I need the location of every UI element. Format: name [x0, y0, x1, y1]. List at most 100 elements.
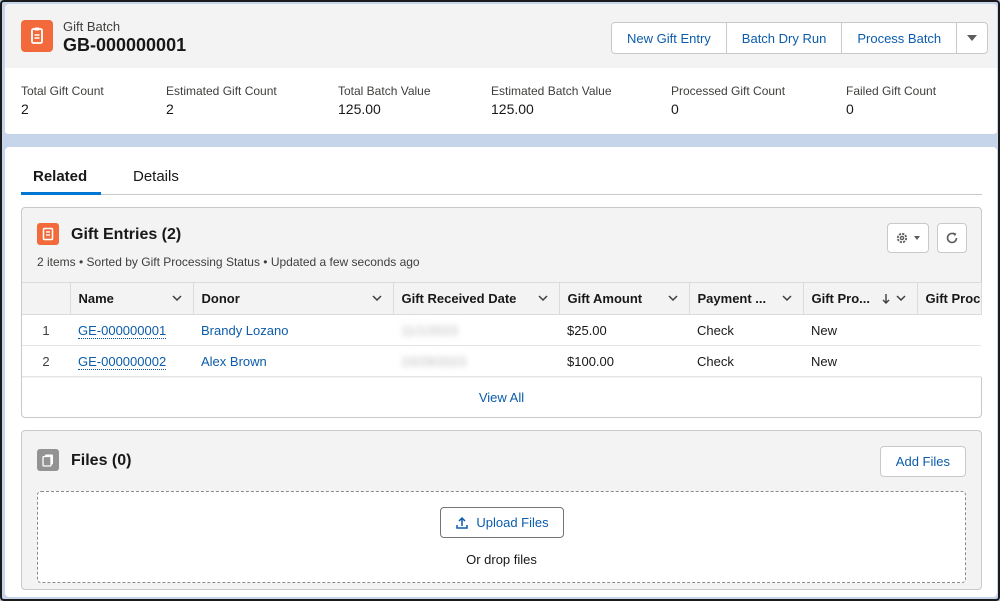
app-frame: Gift Batch GB-000000001 New Gift Entry B…	[0, 0, 1000, 601]
cell-amount: $100.00	[559, 345, 689, 377]
chevron-down-icon[interactable]	[667, 292, 679, 304]
cell-empty	[917, 345, 981, 377]
cell-name: GE-000000001	[70, 314, 193, 346]
gift-received-date: 10/29/2023	[401, 353, 467, 369]
cell-empty	[917, 314, 981, 346]
chevron-down-icon[interactable]	[371, 292, 383, 304]
gift-entries-subtitle: 2 items • Sorted by Gift Processing Stat…	[37, 255, 420, 269]
table-row: 2 GE-000000002 Alex Brown 10/29/2023 $10…	[22, 345, 981, 377]
cell-date: 11/1/2023	[393, 314, 559, 346]
column-header-label: Gift Pro...	[811, 291, 871, 306]
column-header-label: Donor	[201, 291, 240, 306]
files-card: Files (0) Add Files Upload Files Or drop…	[21, 430, 982, 590]
row-number: 1	[22, 314, 70, 346]
gift-entry-link[interactable]: GE-000000001	[78, 322, 167, 339]
cell-payment: Check	[689, 314, 803, 346]
row-number: 2	[22, 345, 70, 377]
header-actions: New Gift Entry Batch Dry Run Process Bat…	[611, 22, 989, 54]
field-value: 2	[21, 101, 29, 117]
column-header-gift-processing-status[interactable]: Gift Pro...	[803, 282, 918, 315]
field-total-batch-value: Total Batch Value 125.00	[338, 84, 431, 117]
gift-entry-icon	[37, 223, 59, 245]
column-header-gift-amount[interactable]: Gift Amount	[559, 282, 690, 315]
column-header-label: Name	[78, 291, 114, 306]
cell-status: New	[803, 314, 917, 346]
upload-icon	[456, 516, 469, 529]
table-header-row: Name Donor Gift Received Date Gift Amoun…	[22, 282, 982, 315]
gift-entry-link[interactable]: GE-000000002	[78, 353, 167, 370]
field-label: Total Batch Value	[338, 84, 431, 98]
gift-entries-title: Gift Entries (2)	[71, 226, 182, 243]
tab-details[interactable]: Details	[133, 168, 179, 185]
field-label: Failed Gift Count	[846, 84, 937, 98]
field-value: 125.00	[338, 101, 381, 117]
files-icon	[37, 449, 59, 471]
list-settings-button[interactable]	[887, 223, 929, 253]
gift-entries-table: Name Donor Gift Received Date Gift Amoun…	[22, 282, 982, 377]
cell-payment: Check	[689, 345, 803, 377]
column-header-gift-processing[interactable]: Gift Proce	[917, 282, 982, 315]
row-number-header	[22, 282, 71, 315]
cell-date: 10/29/2023	[393, 345, 559, 377]
field-estimated-batch-value: Estimated Batch Value 125.00	[491, 84, 612, 117]
tab-related[interactable]: Related	[33, 168, 87, 185]
active-tab-indicator	[21, 192, 101, 195]
field-label: Processed Gift Count	[671, 84, 786, 98]
donor-link[interactable]: Alex Brown	[201, 354, 267, 369]
upload-files-button[interactable]: Upload Files	[440, 507, 564, 538]
cell-status: New	[803, 345, 917, 377]
field-value: 0	[671, 101, 679, 117]
tab-bar: Related Details	[21, 147, 982, 195]
donor-link[interactable]: Brandy Lozano	[201, 323, 288, 338]
column-header-label: Gift Proce	[925, 291, 981, 306]
gear-icon	[896, 232, 908, 244]
field-value: 0	[846, 101, 854, 117]
batch-dry-run-button[interactable]: Batch Dry Run	[726, 23, 843, 53]
field-label: Estimated Batch Value	[491, 84, 612, 98]
field-label: Total Gift Count	[21, 84, 104, 98]
record-title: GB-000000001	[63, 35, 187, 55]
refresh-button[interactable]	[937, 223, 967, 253]
chevron-down-icon[interactable]	[895, 292, 907, 304]
record-body: Related Details Gift Entries (2) 2 items…	[5, 147, 997, 597]
chevron-down-icon	[914, 236, 920, 240]
chevron-down-icon[interactable]	[781, 292, 793, 304]
field-estimated-gift-count: Estimated Gift Count 2	[166, 84, 277, 117]
gift-received-date: 11/1/2023	[401, 322, 458, 338]
drop-files-text: Or drop files	[466, 552, 537, 567]
more-actions-button[interactable]	[957, 23, 988, 53]
record-header: Gift Batch GB-000000001 New Gift Entry B…	[5, 4, 997, 134]
cell-donor: Alex Brown	[193, 345, 393, 377]
chevron-down-icon	[967, 35, 978, 41]
column-header-label: Gift Received Date	[401, 291, 517, 306]
view-all-link[interactable]: View All	[22, 378, 981, 417]
column-header-payment[interactable]: Payment ...	[689, 282, 804, 315]
table-row: 1 GE-000000001 Brandy Lozano 11/1/2023 $…	[22, 314, 981, 346]
gift-entries-card: Gift Entries (2) 2 items • Sorted by Gif…	[21, 207, 982, 418]
cell-amount: $25.00	[559, 314, 689, 346]
field-label: Estimated Gift Count	[166, 84, 277, 98]
files-title: Files (0)	[71, 452, 132, 469]
field-total-gift-count: Total Gift Count 2	[21, 84, 104, 117]
cell-donor: Brandy Lozano	[193, 314, 393, 346]
add-files-button[interactable]: Add Files	[879, 446, 966, 477]
file-drop-zone[interactable]: Upload Files Or drop files	[37, 491, 966, 583]
column-header-label: Gift Amount	[567, 291, 643, 306]
column-header-label: Payment ...	[697, 291, 767, 306]
column-header-gift-received-date[interactable]: Gift Received Date	[393, 282, 560, 315]
chevron-down-icon[interactable]	[537, 292, 549, 304]
cell-name: GE-000000002	[70, 345, 193, 377]
field-failed-gift-count: Failed Gift Count 0	[846, 84, 936, 117]
column-header-name[interactable]: Name	[70, 282, 194, 315]
gift-batch-icon	[21, 20, 53, 52]
field-value: 125.00	[491, 101, 534, 117]
field-value: 2	[166, 101, 174, 117]
chevron-down-icon[interactable]	[171, 292, 183, 304]
upload-files-label: Upload Files	[476, 515, 549, 530]
object-type-label: Gift Batch	[63, 19, 121, 34]
refresh-icon	[946, 232, 958, 244]
column-header-donor[interactable]: Donor	[193, 282, 394, 315]
new-gift-entry-button[interactable]: New Gift Entry	[612, 23, 727, 53]
sort-desc-icon	[882, 294, 889, 304]
process-batch-button[interactable]: Process Batch	[842, 23, 958, 53]
